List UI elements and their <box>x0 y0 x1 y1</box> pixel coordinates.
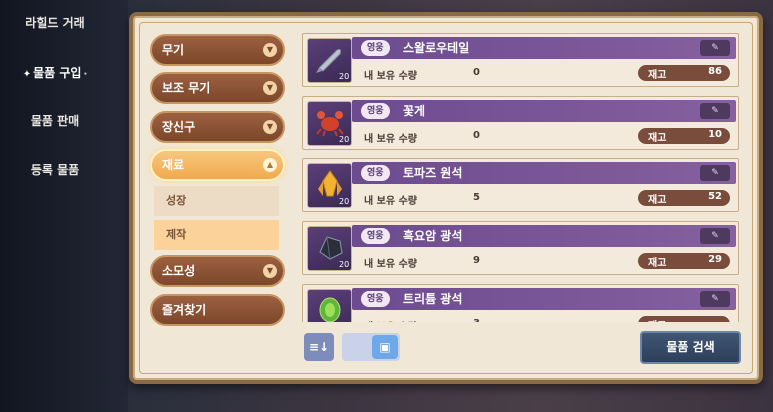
item-header: 영웅 토파즈 원석 ✎ <box>352 162 736 184</box>
nav-item-registered-goods[interactable]: 등록 물품 <box>0 161 110 178</box>
subcategory-growth[interactable]: 성장 <box>154 186 279 216</box>
list-item[interactable]: 20 영웅 흑요암 광석 ✎ 내 보유 수량 9 재고 29 <box>302 221 739 275</box>
stock-badge: 재고 29 <box>638 253 730 269</box>
category-accessory[interactable]: 장신구 ▼ <box>150 111 285 143</box>
owned-label: 내 보유 수량 <box>364 71 417 82</box>
pin-icon[interactable]: ✎ <box>700 40 730 56</box>
stock-badge: 재고 <box>638 316 730 322</box>
owned-label: 내 보유 수량 <box>364 134 417 145</box>
grade-badge: 영웅 <box>361 291 390 307</box>
owned-value: 0 <box>473 67 480 78</box>
item-search-button[interactable]: 물품 검색 <box>640 331 741 364</box>
sparkle-icon: ✦ <box>22 69 32 80</box>
topaz-icon <box>318 170 342 197</box>
stock-badge: 재고 52 <box>638 190 730 206</box>
pin-icon[interactable]: ✎ <box>700 103 730 119</box>
item-name: 꽃게 <box>403 104 426 118</box>
chevron-down-icon: ▼ <box>263 81 277 95</box>
owned-value: 3 <box>473 318 480 322</box>
item-level: 20 <box>339 197 350 206</box>
owned-label: 내 보유 수량 <box>364 196 417 207</box>
owned-value: 9 <box>473 255 480 266</box>
chevron-up-icon: ▲ <box>263 158 277 172</box>
item-level: 20 <box>339 260 350 269</box>
stock-badge: 재고 10 <box>638 128 730 144</box>
item-list[interactable]: 20 영웅 스왈로우테일 ✎ 내 보유 수량 0 재고 86 20 영웅 꽃게 ✎ <box>302 30 740 322</box>
list-item[interactable]: 20 영웅 꽃게 ✎ 내 보유 수량 0 재고 10 <box>302 96 739 150</box>
item-thumbnail: 20 <box>307 38 352 83</box>
chevron-down-icon: ▼ <box>263 120 277 134</box>
nav-item-buy-goods[interactable]: ✦ 물품 구입 · <box>0 64 110 81</box>
item-level: 20 <box>339 72 350 81</box>
tritium-icon <box>319 297 341 322</box>
item-header: 영웅 트리튬 광석 ✎ <box>352 288 736 310</box>
stock-badge: 재고 86 <box>638 65 730 81</box>
item-thumbnail: 20 <box>307 101 352 146</box>
chevron-down-icon: ▼ <box>263 264 277 278</box>
owned-label: 내 보유 수량 <box>364 318 417 322</box>
fish-icon <box>316 49 342 73</box>
list-item[interactable]: 영웅 트리튬 광석 ✎ 내 보유 수량 3 재고 <box>302 284 739 322</box>
item-name: 트리튬 광석 <box>403 292 463 306</box>
item-header: 영웅 꽃게 ✎ <box>352 100 736 122</box>
item-thumbnail <box>307 289 352 322</box>
category-material[interactable]: 재료 ▲ <box>150 149 285 181</box>
grade-badge: 영웅 <box>361 228 390 244</box>
sort-button[interactable]: ≡↓ <box>304 333 334 361</box>
left-nav: 라힐드 거래 ✦ 물품 구입 · 물품 판매 등록 물품 <box>0 0 128 412</box>
nav-item-sell-goods[interactable]: 물품 판매 <box>0 112 110 129</box>
crab-icon <box>316 111 344 137</box>
item-name: 토파즈 원석 <box>403 166 463 180</box>
pin-icon[interactable]: ✎ <box>700 165 730 181</box>
pin-icon[interactable]: ✎ <box>700 228 730 244</box>
list-item[interactable]: 20 영웅 토파즈 원석 ✎ 내 보유 수량 5 재고 52 <box>302 158 739 212</box>
item-name: 스왈로우테일 <box>403 41 470 55</box>
subcategory-crafting[interactable]: 제작 <box>154 220 279 250</box>
box-icon: ▣ <box>372 335 398 359</box>
item-thumbnail: 20 <box>307 163 352 208</box>
owned-value: 5 <box>473 192 480 203</box>
item-header: 영웅 스왈로우테일 ✎ <box>352 37 736 59</box>
category-weapon[interactable]: 무기 ▼ <box>150 34 285 66</box>
nav-item-rahild-trade[interactable]: 라힐드 거래 <box>0 14 110 31</box>
sort-icon: ≡↓ <box>308 340 330 354</box>
item-thumbnail: 20 <box>307 226 352 271</box>
pin-icon[interactable]: ✎ <box>700 291 730 307</box>
grade-badge: 영웅 <box>361 40 390 56</box>
item-level: 20 <box>339 135 350 144</box>
owned-label: 내 보유 수량 <box>364 259 417 270</box>
dot-icon: · <box>83 69 88 80</box>
item-header: 영웅 흑요암 광석 ✎ <box>352 225 736 247</box>
grade-badge: 영웅 <box>361 103 390 119</box>
grade-badge: 영웅 <box>361 165 390 181</box>
category-consumable[interactable]: 소모성 ▼ <box>150 255 285 287</box>
obsidian-icon <box>319 236 343 260</box>
chevron-down-icon: ▼ <box>263 43 277 57</box>
owned-value: 0 <box>473 130 480 141</box>
category-favorites[interactable]: 즐겨찾기 <box>150 294 285 326</box>
category-sub-weapon[interactable]: 보조 무기 ▼ <box>150 72 285 104</box>
view-toggle[interactable]: ▣ <box>342 333 400 361</box>
item-name: 흑요암 광석 <box>403 229 463 243</box>
list-item[interactable]: 20 영웅 스왈로우테일 ✎ 내 보유 수량 0 재고 86 <box>302 33 739 87</box>
